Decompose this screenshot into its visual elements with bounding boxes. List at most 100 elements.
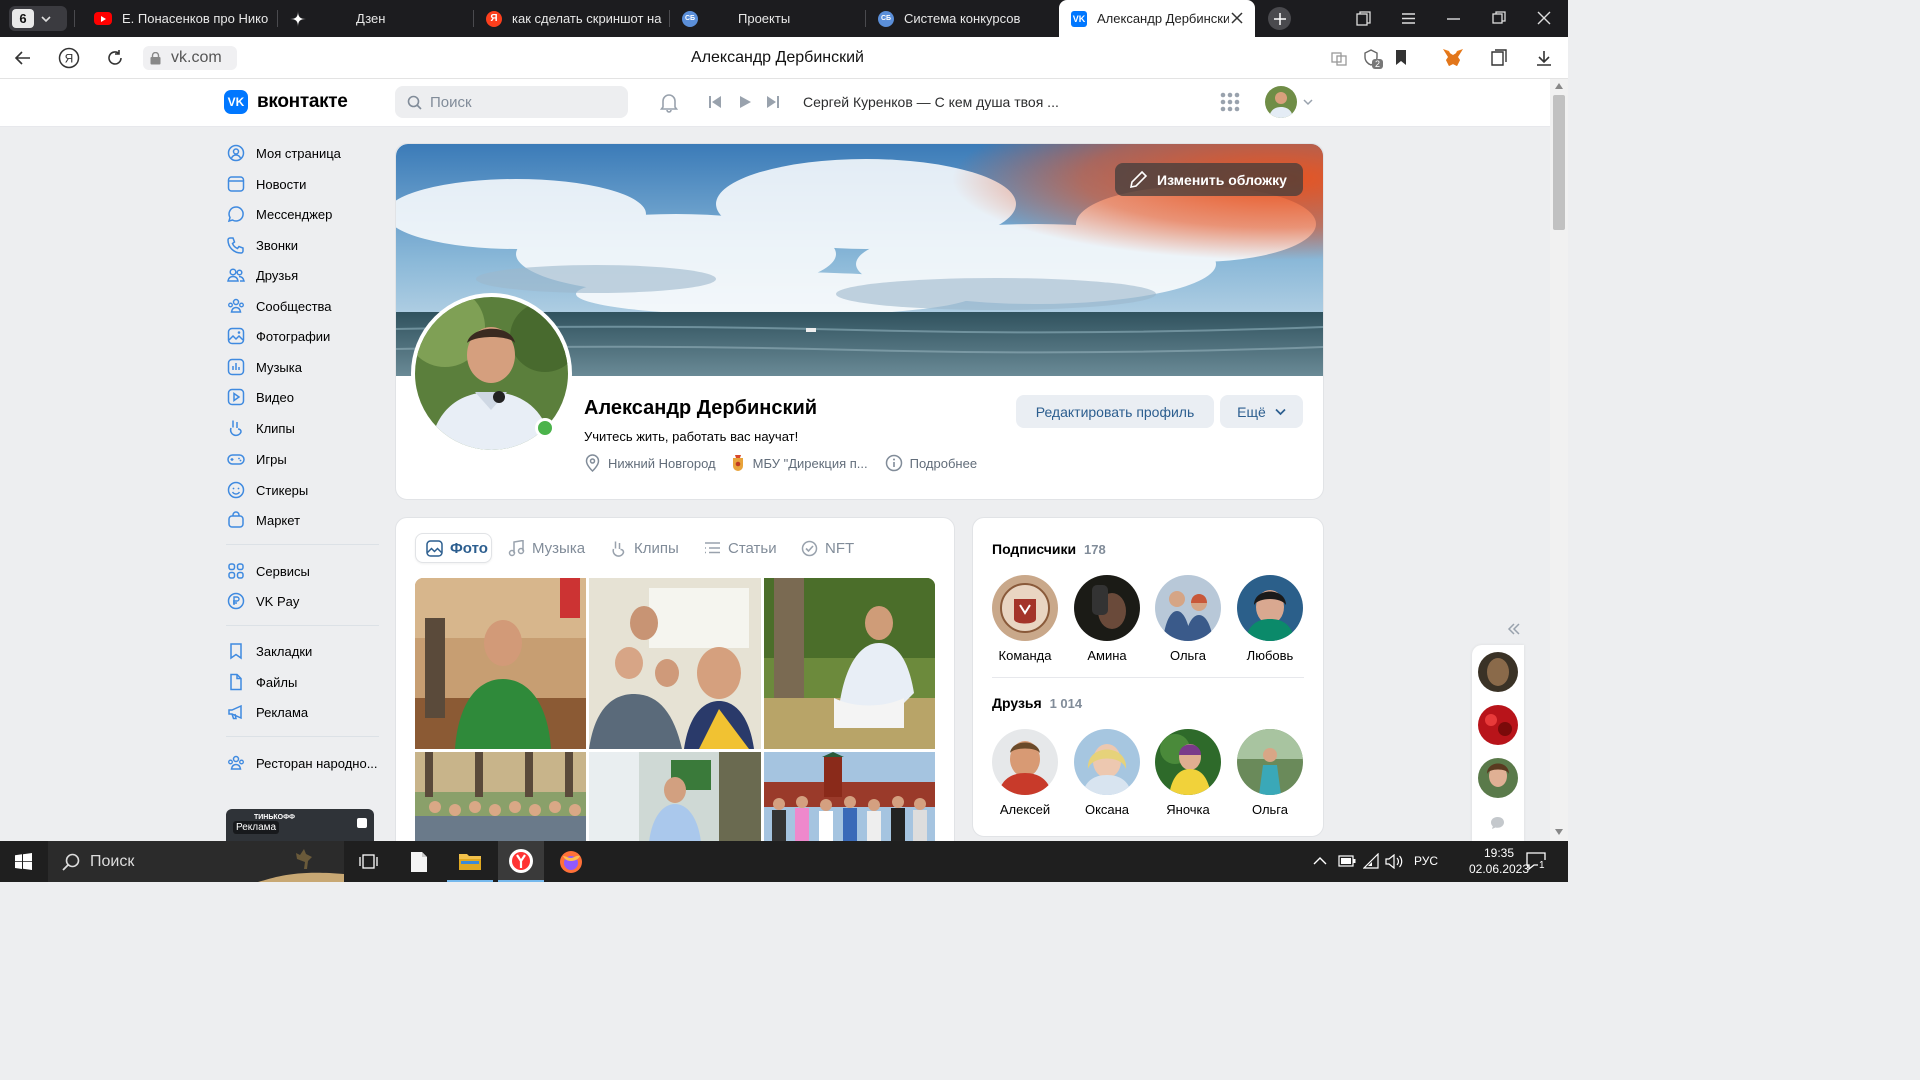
vk-logo[interactable]: VK вконтакте xyxy=(224,90,348,114)
ad-close-icon[interactable] xyxy=(357,818,367,828)
browser-tab-youtube[interactable]: Е. Понасенков про Нико xyxy=(82,0,278,37)
menu-bookmarks[interactable]: Закладки xyxy=(226,638,386,664)
chat-bubble-icon[interactable] xyxy=(1490,816,1505,830)
minimize-icon[interactable] xyxy=(1446,11,1461,26)
chat-avatar[interactable] xyxy=(1478,705,1518,745)
friend-item[interactable]: Оксана xyxy=(1072,729,1142,817)
photo-thumbnail[interactable] xyxy=(415,752,586,842)
apps-grid-icon[interactable] xyxy=(1220,92,1240,112)
language-indicator[interactable]: РУС xyxy=(1414,854,1438,868)
menu-music[interactable]: Музыка xyxy=(226,354,386,380)
menu-services[interactable]: Сервисы xyxy=(226,558,386,584)
menu-ads[interactable]: Реклама xyxy=(226,699,386,725)
restore-icon[interactable] xyxy=(1492,11,1506,25)
menu-video[interactable]: Видео xyxy=(226,384,386,410)
taskbar-app-firefox[interactable] xyxy=(548,841,594,882)
menu-vkpay[interactable]: VK Pay xyxy=(226,588,386,614)
next-track-icon[interactable] xyxy=(766,95,780,109)
friend-item[interactable]: Алексей xyxy=(990,729,1060,817)
profile-status[interactable]: Учитесь жить, работать вас научат! xyxy=(584,429,798,444)
close-tab-icon[interactable] xyxy=(1231,12,1243,24)
search-input[interactable]: Поиск xyxy=(395,86,628,118)
photo-thumbnail[interactable] xyxy=(415,578,586,749)
friend-item[interactable]: Ольга xyxy=(1235,729,1305,817)
wifi-icon[interactable] xyxy=(1363,853,1379,869)
taskbar-app-explorer[interactable] xyxy=(447,841,493,882)
more-actions-button[interactable]: Ещё xyxy=(1220,395,1303,428)
new-tab-button[interactable] xyxy=(1268,7,1291,30)
menu-calls[interactable]: Звонки xyxy=(226,232,386,258)
sidebar-button[interactable] xyxy=(1488,47,1510,69)
show-hidden-icons-icon[interactable] xyxy=(1313,856,1327,866)
menu-clips[interactable]: Клипы xyxy=(226,415,386,441)
previous-track-icon[interactable] xyxy=(708,95,722,109)
menu-friends[interactable]: Друзья xyxy=(226,262,386,288)
browser-tab-projects[interactable]: СБ Проекты xyxy=(670,0,866,37)
work-link[interactable]: МБУ "Дирекция п... xyxy=(731,454,868,472)
chat-avatar[interactable] xyxy=(1478,652,1518,692)
start-button[interactable] xyxy=(0,841,46,882)
protect-button[interactable]: 2 xyxy=(1360,47,1384,69)
tab-nft[interactable]: NFT xyxy=(801,533,854,563)
tab-photos[interactable]: Фото xyxy=(415,533,492,563)
bookmark-button[interactable] xyxy=(1390,47,1412,69)
scroll-up-icon[interactable] xyxy=(1554,82,1564,90)
taskbar-app-yandex-browser[interactable] xyxy=(498,841,544,882)
now-playing[interactable]: Сергей Куренков — С кем душа твоя ... xyxy=(803,94,1059,110)
menu-messenger[interactable]: Мессенджер xyxy=(226,201,386,227)
collections-icon[interactable] xyxy=(1355,10,1372,27)
browser-tab-yandex[interactable]: Я как сделать скриншот на xyxy=(474,0,670,37)
chat-avatar[interactable] xyxy=(1478,758,1518,798)
bell-icon[interactable] xyxy=(658,91,680,113)
more-info-link[interactable]: Подробнее xyxy=(885,454,977,472)
scroll-down-icon[interactable] xyxy=(1554,828,1564,836)
menu-files[interactable]: Файлы xyxy=(226,669,386,695)
friends-header[interactable]: Друзья 1 014 xyxy=(992,695,1082,711)
taskbar-app-notepad[interactable] xyxy=(396,841,442,882)
photo-thumbnail[interactable] xyxy=(589,578,761,749)
clock[interactable]: 19:35 02.06.2023 xyxy=(1463,845,1535,877)
profile-menu-button[interactable] xyxy=(1265,86,1313,118)
menu-communities[interactable]: Сообщества xyxy=(226,293,386,319)
task-view-button[interactable] xyxy=(345,841,391,882)
menu-icon[interactable] xyxy=(1401,11,1416,26)
close-window-icon[interactable] xyxy=(1537,11,1551,25)
menu-news[interactable]: Новости xyxy=(226,171,386,197)
tab-music[interactable]: Музыка xyxy=(508,533,585,563)
ad-banner[interactable]: ТИНЬКОФФ Реклама xyxy=(226,809,374,841)
change-cover-button[interactable]: Изменить обложку xyxy=(1115,163,1303,196)
browser-tab-dzen[interactable]: Дзен xyxy=(278,0,474,37)
menu-photos[interactable]: Фотографии xyxy=(226,323,386,349)
subscriber-item[interactable]: Любовь xyxy=(1235,575,1305,663)
notification-center-button[interactable]: 1 xyxy=(1526,852,1548,872)
photo-thumbnail[interactable] xyxy=(764,752,935,842)
menu-my-page[interactable]: Моя страница xyxy=(226,140,386,166)
friend-item[interactable]: Яночка xyxy=(1153,729,1223,817)
downloads-button[interactable] xyxy=(1533,47,1555,69)
metamask-extension[interactable] xyxy=(1442,47,1464,69)
play-icon[interactable] xyxy=(738,95,752,109)
taskbar-search[interactable]: Поиск xyxy=(48,841,344,882)
menu-restaurant-group[interactable]: Ресторан народно... xyxy=(226,750,386,776)
photo-thumbnail[interactable] xyxy=(764,578,935,749)
edit-profile-button[interactable]: Редактировать профиль xyxy=(1016,395,1214,428)
volume-icon[interactable] xyxy=(1385,854,1403,869)
subscriber-item[interactable]: Амина xyxy=(1072,575,1142,663)
subscribers-header[interactable]: Подписчики 178 xyxy=(992,541,1106,557)
tab-clips[interactable]: Клипы xyxy=(610,533,679,563)
menu-stickers[interactable]: Стикеры xyxy=(226,477,386,503)
battery-icon[interactable] xyxy=(1338,855,1356,867)
tab-count-button[interactable]: 6 xyxy=(9,6,67,31)
browser-tab-vk[interactable]: VK Александр Дербински xyxy=(1059,0,1255,37)
city-link[interactable]: Нижний Новгород xyxy=(584,454,716,472)
subscriber-item[interactable]: Ольга xyxy=(1153,575,1223,663)
menu-market[interactable]: Маркет xyxy=(226,507,386,533)
collapse-chats-icon[interactable] xyxy=(1507,623,1521,635)
browser-tab-contests[interactable]: СБ Система конкурсов xyxy=(866,0,1058,37)
photo-thumbnail[interactable] xyxy=(589,752,761,842)
menu-games[interactable]: Игры xyxy=(226,446,386,472)
tab-articles[interactable]: Статьи xyxy=(704,533,777,563)
scrollbar-thumb[interactable] xyxy=(1553,95,1565,230)
subscriber-item[interactable]: Команда xyxy=(990,575,1060,663)
reader-button[interactable] xyxy=(1328,47,1350,69)
